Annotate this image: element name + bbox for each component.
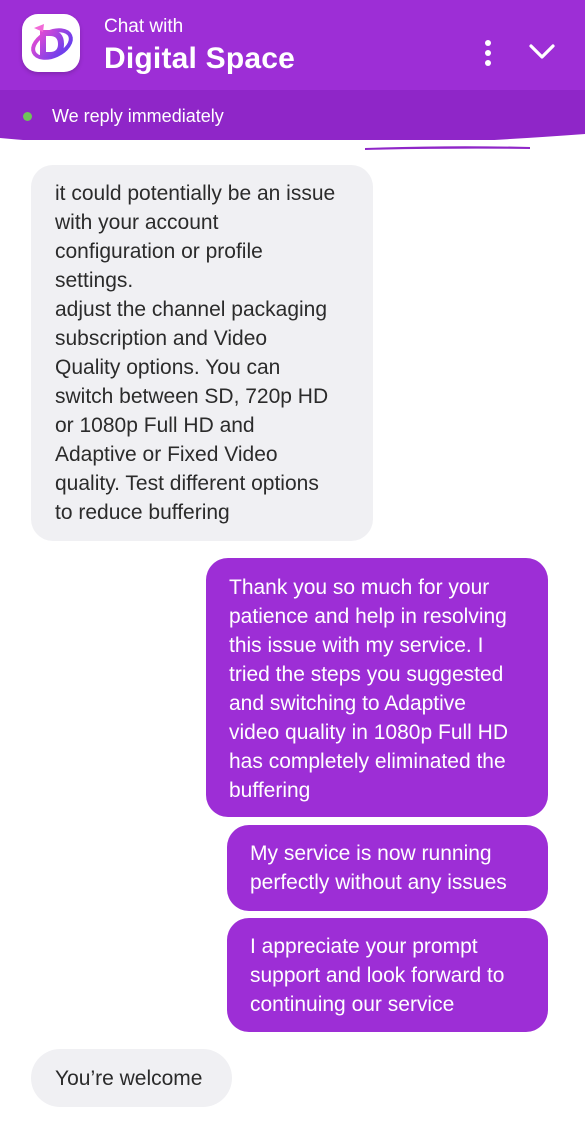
vertical-dots-icon[interactable] [474,34,502,70]
outgoing-message: I appreciate your prompt support and loo… [227,918,548,1032]
online-indicator [23,112,32,121]
incoming-message: You’re welcome [31,1049,232,1107]
digital-space-logo-icon [22,14,80,72]
outgoing-message: My service is now running perfectly with… [227,825,548,911]
outgoing-message: Thank you so much for your patience and … [206,558,548,817]
status-text: We reply immediately [52,106,224,126]
menu-dot [485,50,491,56]
header-wave-decoration [0,128,585,151]
header-subtitle: Chat with [104,16,184,37]
chat-header: Chat with Digital Space [0,0,585,90]
page-title: Digital Space [104,42,295,75]
menu-dot [485,40,491,46]
menu-dot [485,60,491,66]
chevron-down-icon[interactable] [524,34,560,70]
incoming-message: it could potentially be an issue with yo… [31,165,373,541]
